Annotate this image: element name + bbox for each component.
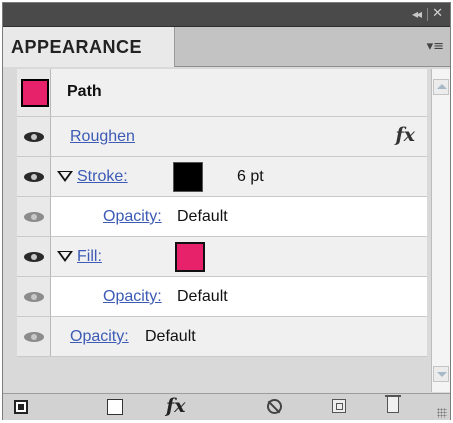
visibility-toggle[interactable]: [17, 197, 51, 236]
path-row[interactable]: Path: [17, 69, 427, 117]
scrollbar[interactable]: [431, 69, 450, 392]
visibility-toggle[interactable]: [17, 157, 51, 196]
add-new-effect-icon[interactable]: fx: [166, 395, 186, 417]
eye-icon: [24, 210, 44, 223]
stroke-opacity-value: Default: [177, 208, 228, 225]
eye-icon: [24, 170, 44, 183]
stroke-opacity-link[interactable]: Opacity:: [103, 208, 162, 226]
roughen-effect-link[interactable]: Roughen: [70, 128, 135, 146]
path-label: Path: [67, 83, 102, 100]
visibility-toggle[interactable]: [17, 117, 51, 156]
delete-item-icon[interactable]: [385, 395, 401, 413]
scroll-up-icon[interactable]: [433, 79, 449, 95]
stroke-link[interactable]: Stroke:: [77, 168, 128, 186]
clear-appearance-icon[interactable]: [107, 399, 123, 415]
titlebar-separator: [427, 8, 428, 21]
fx-icon: fx: [395, 124, 415, 146]
stroke-weight[interactable]: 6 pt: [237, 168, 264, 186]
panel-titlebar: ◂◂ ✕: [3, 3, 450, 27]
object-opacity-link[interactable]: Opacity:: [70, 328, 129, 346]
expand-triangle-icon[interactable]: [57, 171, 73, 182]
scroll-down-icon[interactable]: [433, 366, 449, 382]
tab-appearance[interactable]: APPEARANCE: [3, 27, 175, 67]
expand-triangle-icon[interactable]: [57, 251, 73, 262]
appearance-list: Path Roughen fx Stroke: 6 pt Opacity: De…: [17, 69, 427, 357]
stroke-opacity-row[interactable]: Opacity: Default: [17, 197, 427, 237]
fill-opacity-row[interactable]: Opacity: Default: [17, 277, 427, 317]
delete-effect-icon[interactable]: [267, 399, 282, 414]
visibility-toggle[interactable]: [17, 237, 51, 276]
duplicate-item-icon[interactable]: [332, 399, 346, 413]
stroke-color-swatch[interactable]: [173, 162, 203, 192]
eye-icon: [24, 130, 44, 143]
fill-opacity-link[interactable]: Opacity:: [103, 288, 162, 306]
stroke-row[interactable]: Stroke: 6 pt: [17, 157, 427, 197]
visibility-toggle[interactable]: [17, 277, 51, 316]
close-panel-icon[interactable]: ✕: [432, 6, 443, 21]
panel-tab-row: APPEARANCE ▾≡: [3, 27, 450, 67]
visibility-toggle[interactable]: [17, 317, 51, 356]
roughen-row[interactable]: Roughen fx: [17, 117, 427, 157]
eye-icon: [24, 250, 44, 263]
fill-color-swatch[interactable]: [175, 242, 205, 272]
object-opacity-row[interactable]: Opacity: Default: [17, 317, 427, 357]
path-thumbnail-cell: [17, 69, 51, 116]
path-thumbnail-swatch: [21, 79, 49, 107]
object-opacity-value: Default: [145, 328, 196, 345]
fill-row[interactable]: Fill:: [17, 237, 427, 277]
eye-icon: [24, 290, 44, 303]
appearance-panel: ◂◂ ✕ APPEARANCE ▾≡ Path Roughen fx Strok…: [2, 2, 451, 420]
collapse-panel-icon[interactable]: ◂◂: [412, 7, 422, 21]
eye-icon: [24, 330, 44, 343]
bottom-toolbar: fx: [3, 393, 450, 420]
fill-link[interactable]: Fill:: [77, 248, 102, 266]
fill-opacity-value: Default: [177, 288, 228, 305]
resize-grip-icon[interactable]: [437, 408, 447, 418]
panel-menu-icon[interactable]: ▾≡: [427, 39, 444, 54]
new-art-maintains-appearance-icon[interactable]: [14, 400, 28, 414]
